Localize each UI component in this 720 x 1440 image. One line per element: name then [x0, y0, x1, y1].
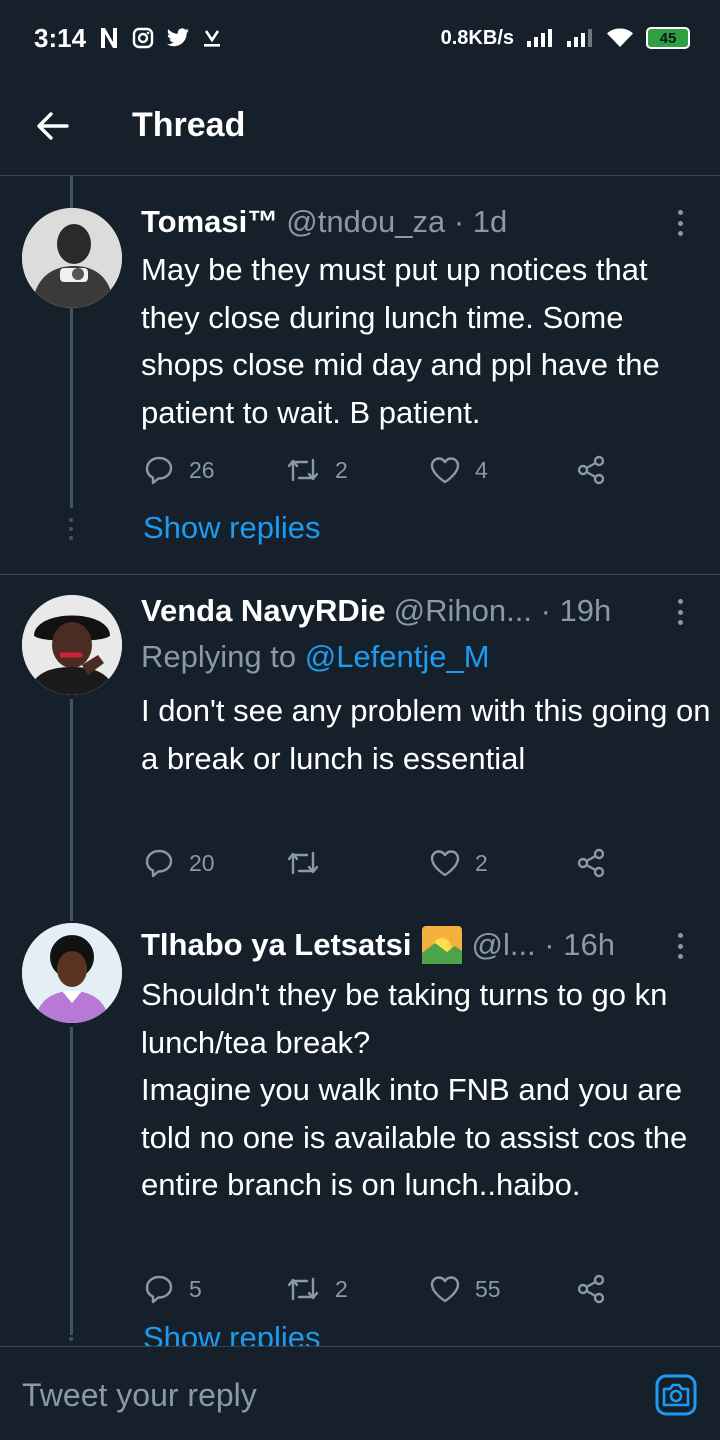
- tweet-header: Tomasi™ @tndou_za · 1d: [141, 200, 676, 244]
- tweet-header: Tlhabo ya Letsatsi @l... · 16h: [141, 923, 676, 967]
- reply-button[interactable]: 5: [143, 1269, 202, 1309]
- handle-and-time: @tndou_za · 1d: [286, 204, 508, 239]
- share-icon: [577, 455, 605, 485]
- reply-icon: [145, 849, 173, 878]
- network-speed: 0.8KB/s: [440, 26, 514, 49]
- signal-icon: [526, 28, 554, 48]
- retweet-button[interactable]: 2: [285, 450, 348, 490]
- display-name[interactable]: Tlhabo ya Letsatsi: [141, 927, 411, 963]
- more-options-button[interactable]: [670, 597, 690, 627]
- avatar[interactable]: [22, 595, 122, 695]
- thread-line: [70, 1027, 73, 1335]
- avatar[interactable]: [22, 208, 122, 308]
- retweet-icon: [287, 851, 319, 875]
- arrow-left-icon: [37, 112, 69, 140]
- app-header: Thread: [0, 76, 720, 176]
- reply-input[interactable]: [22, 1371, 622, 1419]
- reply-count: 20: [189, 849, 215, 876]
- retweet-count: 2: [335, 456, 348, 483]
- wifi-icon: [606, 27, 634, 49]
- tweet[interactable]: Tlhabo ya Letsatsi @l... · 16h Shouldn't…: [0, 905, 720, 1346]
- handle-and-time: @Rihon... · 19h: [393, 593, 612, 628]
- tweet-actions: 5 2 55: [141, 1269, 621, 1309]
- camera-button[interactable]: [654, 1373, 698, 1417]
- handle-and-time: @l... · 16h: [471, 927, 615, 962]
- heart-icon: [430, 457, 460, 484]
- replying-to: Replying to @Lefentje_M: [141, 639, 490, 675]
- tweet-actions: 26 2 4: [141, 450, 621, 490]
- display-name[interactable]: Venda NavyRDie: [141, 593, 386, 629]
- reply-button[interactable]: 20: [143, 843, 215, 883]
- thread-line: [70, 176, 73, 210]
- tweet-header: Venda NavyRDie @Rihon... · 19h: [141, 589, 676, 633]
- battery-level: 45: [659, 29, 677, 47]
- share-button[interactable]: [575, 843, 607, 883]
- show-replies-link[interactable]: Show replies: [143, 510, 320, 546]
- thread-line: [70, 699, 73, 905]
- instagram-icon: [132, 27, 154, 49]
- share-button[interactable]: [575, 450, 607, 490]
- status-time: 3:14: [34, 22, 87, 53]
- battery-icon: 45: [646, 27, 690, 49]
- like-count: 55: [475, 1275, 501, 1302]
- replying-to-link[interactable]: @Lefentje_M: [305, 639, 490, 674]
- reply-icon: [145, 1275, 173, 1304]
- reply-count: 5: [189, 1275, 202, 1302]
- retweet-button[interactable]: 2: [285, 1269, 348, 1309]
- share-button[interactable]: [575, 1269, 607, 1309]
- reply-button[interactable]: 26: [143, 450, 215, 490]
- download-icon: [202, 27, 222, 49]
- retweet-count: 2: [335, 1275, 348, 1302]
- retweet-icon: [287, 1277, 319, 1301]
- display-name[interactable]: Tomasi™: [141, 204, 278, 240]
- thread-gap-dots: [68, 518, 74, 540]
- tweet-text: Shouldn't they be taking turns to go kn …: [141, 977, 688, 1202]
- avatar[interactable]: [22, 923, 122, 1023]
- thread-gap-dots: [68, 1337, 74, 1341]
- status-bar: 3:14 0.8KB/s 45: [0, 0, 720, 76]
- reply-bar: [0, 1346, 720, 1440]
- more-options-button[interactable]: [670, 931, 690, 961]
- reply-count: 26: [189, 456, 215, 483]
- thread-line: [70, 308, 73, 508]
- page-title: Thread: [132, 106, 246, 144]
- share-icon: [577, 1274, 605, 1304]
- retweet-button[interactable]: [285, 843, 335, 883]
- signal-icon: [566, 28, 594, 48]
- like-button[interactable]: 4: [429, 450, 488, 490]
- more-options-button[interactable]: [670, 208, 690, 238]
- heart-icon: [430, 850, 460, 877]
- like-button[interactable]: 2: [429, 843, 488, 883]
- like-button[interactable]: 55: [429, 1269, 501, 1309]
- tweet[interactable]: Tomasi™ @tndou_za · 1d May be they must …: [0, 176, 720, 574]
- retweet-icon: [287, 458, 319, 482]
- thread-line: [70, 905, 73, 921]
- tweet-actions: 20 2: [141, 843, 621, 883]
- share-icon: [577, 848, 605, 878]
- tweet-text: I don't see any problem with this going …: [141, 693, 711, 776]
- sunrise-emoji-icon: [421, 925, 463, 965]
- heart-icon: [430, 1276, 460, 1303]
- tweet[interactable]: Venda NavyRDie @Rihon... · 19h Replying …: [0, 575, 720, 905]
- replying-label: Replying to: [141, 639, 297, 674]
- like-count: 2: [475, 849, 488, 876]
- netflix-icon: [98, 26, 120, 50]
- camera-icon: [655, 1374, 697, 1416]
- tweet-text: May be they must put up notices that the…: [141, 252, 660, 430]
- twitter-icon: [166, 28, 190, 48]
- reply-icon: [145, 456, 173, 485]
- back-button[interactable]: [32, 108, 72, 144]
- like-count: 4: [475, 456, 488, 483]
